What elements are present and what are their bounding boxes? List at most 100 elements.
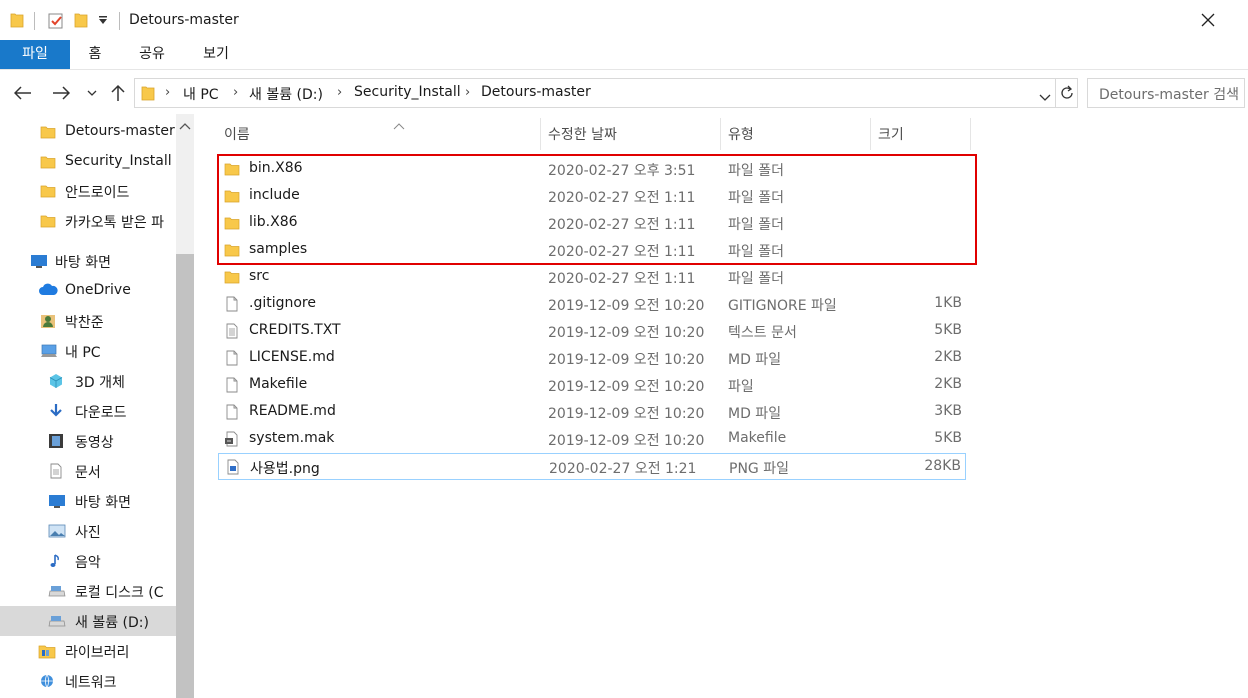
file-type: MD 파일 <box>728 352 782 368</box>
file-size: 2KB <box>934 349 962 365</box>
sidebar-item-label: 새 볼륨 (D:) <box>75 615 149 631</box>
onedrive-icon <box>38 283 58 299</box>
folder-icon <box>224 242 240 258</box>
close-icon[interactable] <box>1198 10 1218 30</box>
breadcrumb-chevron-icon[interactable]: › <box>465 85 470 100</box>
sidebar-item[interactable]: 다운로드 <box>0 396 176 426</box>
properties-icon[interactable] <box>47 12 65 30</box>
file-size: 2KB <box>934 376 962 392</box>
sidebar-item[interactable]: 카카오톡 받은 파 <box>0 206 176 236</box>
breadcrumb-security-install[interactable]: Security_Install <box>354 84 461 100</box>
sidebar-item-label: 안드로이드 <box>65 185 130 201</box>
sidebar-item[interactable]: 로컬 디스크 (C <box>0 576 176 606</box>
sidebar-item[interactable]: 바탕 화면 <box>0 486 176 516</box>
file-row[interactable]: Makefile 2019-12-09 오전 10:20 파일 2KB <box>218 372 966 399</box>
breadcrumb-volume-d[interactable]: 새 볼륨 (D:) <box>249 84 323 104</box>
sidebar-item[interactable]: 라이브러리 <box>0 636 176 666</box>
title-bar: Detours-master <box>0 0 1248 40</box>
folder-row[interactable]: bin.X86 2020-02-27 오후 3:51 파일 폴더 <box>218 156 966 183</box>
scroll-up-chevron-icon[interactable] <box>179 118 191 130</box>
sidebar-item[interactable]: 새 볼륨 (D:) <box>0 606 176 636</box>
sidebar-item[interactable]: 바탕 화면 <box>0 246 176 276</box>
file-row[interactable]: .gitignore 2019-12-09 오전 10:20 GITIGNORE 파… <box>218 291 966 318</box>
makefile-icon <box>224 431 240 447</box>
sidebar-item[interactable]: 3D 개체 <box>0 366 176 396</box>
sidebar-item[interactable]: 음악 <box>0 546 176 576</box>
scrollbar-thumb[interactable] <box>176 254 194 698</box>
tab-share[interactable]: 공유 <box>132 40 172 69</box>
folder-row[interactable]: src 2020-02-27 오전 1:11 파일 폴더 <box>218 264 966 291</box>
address-history-chevron-down-icon[interactable] <box>1039 90 1051 106</box>
forward-button[interactable] <box>50 82 72 104</box>
user-icon <box>40 313 58 329</box>
file-name: CREDITS.TXT <box>249 322 341 338</box>
file-date: 2020-02-27 오전 1:11 <box>548 271 696 287</box>
file-name: 사용법.png <box>250 461 320 477</box>
breadcrumb-chevron-icon[interactable]: › <box>233 85 238 100</box>
file-name: .gitignore <box>249 295 316 311</box>
folder-row[interactable]: lib.X86 2020-02-27 오전 1:11 파일 폴더 <box>218 210 966 237</box>
breadcrumb-detours-master[interactable]: Detours-master <box>481 84 591 100</box>
sidebar-item[interactable]: 사진 <box>0 516 176 546</box>
folder-icon <box>224 188 240 204</box>
file-date: 2019-12-09 오전 10:20 <box>548 298 705 314</box>
file-date: 2020-02-27 오전 1:11 <box>548 244 696 260</box>
folder-row[interactable]: samples 2020-02-27 오전 1:11 파일 폴더 <box>218 237 966 264</box>
sort-ascending-icon <box>393 118 405 134</box>
tab-view[interactable]: 보기 <box>196 40 236 69</box>
file-type: 파일 폴더 <box>728 271 784 287</box>
address-bar[interactable]: › 내 PC › 새 볼륨 (D:) › Security_Install › … <box>134 78 1078 108</box>
sidebar-item-label: OneDrive <box>65 282 131 298</box>
recent-locations-chevron-down-icon[interactable] <box>83 82 101 104</box>
sidebar-item-label: 박찬준 <box>65 315 104 331</box>
customize-quick-access-icon[interactable] <box>98 15 108 25</box>
tab-file[interactable]: 파일 <box>0 40 70 69</box>
search-input[interactable]: Detours-master 검색 <box>1087 78 1245 108</box>
file-date: 2019-12-09 오전 10:20 <box>548 406 705 422</box>
sidebar-item[interactable]: 문서 <box>0 456 176 486</box>
sidebar-item-label: 바탕 화면 <box>55 255 111 271</box>
refresh-icon[interactable] <box>1059 85 1075 105</box>
file-row[interactable]: README.md 2019-12-09 오전 10:20 MD 파일 3KB <box>218 399 966 426</box>
file-row[interactable]: LICENSE.md 2019-12-09 오전 10:20 MD 파일 2KB <box>218 345 966 372</box>
file-row[interactable]: CREDITS.TXT 2019-12-09 오전 10:20 텍스트 문서 5KB <box>218 318 966 345</box>
column-header-name[interactable]: 이름 <box>218 118 540 150</box>
sidebar-item[interactable]: 내 PC <box>0 336 176 366</box>
file-name: bin.X86 <box>249 160 303 176</box>
sidebar-item-label: 음악 <box>75 555 101 571</box>
up-button[interactable] <box>107 82 129 104</box>
sidebar-item[interactable]: 동영상 <box>0 426 176 456</box>
sidebar-item-label: 동영상 <box>75 435 114 451</box>
sidebar-scrollbar[interactable] <box>176 114 194 698</box>
download-icon <box>48 403 66 419</box>
sidebar-item[interactable]: 박찬준 <box>0 306 176 336</box>
breadcrumb-chevron-icon[interactable]: › <box>337 85 342 100</box>
file-row[interactable]: 사용법.png 2020-02-27 오전 1:21 PNG 파일 28KB <box>218 453 966 480</box>
file-size: 3KB <box>934 403 962 419</box>
navigation-pane: Detours-master Security_Install 안드로이드카카오톡 … <box>0 114 196 698</box>
new-folder-icon[interactable] <box>74 12 88 28</box>
tab-home[interactable]: 홈 <box>80 40 110 69</box>
sidebar-item-label: 카카오톡 받은 파 <box>65 215 165 231</box>
breadcrumb-my-pc[interactable]: 내 PC <box>183 84 219 104</box>
sidebar-item-label: 문서 <box>75 465 101 481</box>
file-row[interactable]: system.mak 2019-12-09 오전 10:20 Makefile 5KB <box>218 426 966 453</box>
sidebar-item[interactable]: Security_Install <box>0 147 176 177</box>
sidebar-item[interactable]: 네트워크 <box>0 666 176 696</box>
folder-row[interactable]: include 2020-02-27 오전 1:11 파일 폴더 <box>218 183 966 210</box>
folder-icon <box>40 183 58 199</box>
drive-icon <box>48 613 66 629</box>
folder-icon <box>141 85 155 105</box>
sidebar-item[interactable]: Detours-master <box>0 117 176 147</box>
breadcrumb-chevron-icon[interactable]: › <box>165 85 170 100</box>
column-header-date[interactable]: 수정한 날짜 <box>542 118 720 150</box>
sidebar-item-label: 라이브러리 <box>65 645 130 661</box>
sidebar-item[interactable]: 안드로이드 <box>0 176 176 206</box>
sidebar-item-label: 로컬 디스크 (C <box>75 585 164 601</box>
sidebar-item[interactable]: OneDrive <box>0 276 176 306</box>
column-header-size[interactable]: 크기 <box>872 118 970 150</box>
column-header-type[interactable]: 유형 <box>722 118 870 150</box>
window-title: Detours-master <box>129 12 239 28</box>
back-button[interactable] <box>12 82 34 104</box>
sidebar-item-label: Detours-master <box>65 123 175 139</box>
